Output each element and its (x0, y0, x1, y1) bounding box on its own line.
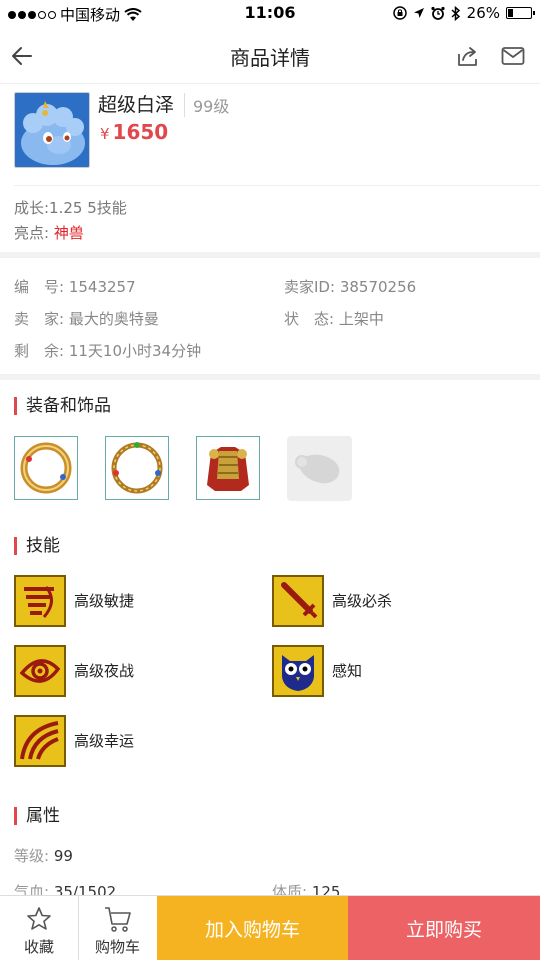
cart-label: 购物车 (94, 938, 140, 956)
add-to-cart-button[interactable]: 加入购物车 (157, 896, 348, 960)
nav-bar: 商品详情 (0, 28, 540, 84)
pet-level: 99级 (184, 93, 229, 117)
agility-icon (14, 575, 66, 627)
item-id-label: 编 号: (14, 278, 65, 296)
favorite-button[interactable]: 收藏 (0, 896, 78, 960)
equipment-title: 装备和饰品 (14, 397, 111, 415)
share-icon (458, 47, 477, 66)
star-icon (27, 907, 51, 930)
highlight-value: 神兽 (53, 224, 84, 242)
skill-label: 高级必杀 (332, 592, 393, 610)
remaining-value: 11天10小时34分钟 (68, 342, 202, 360)
necklace-gold-icon (111, 442, 163, 494)
alarm-icon (431, 6, 445, 20)
equipment-slot-4[interactable] (287, 436, 352, 501)
skills-title: 技能 (14, 537, 60, 555)
share-button[interactable] (454, 42, 482, 70)
bluetooth-icon (451, 5, 460, 21)
buy-now-button[interactable]: 立即购买 (348, 896, 540, 960)
skill-label: 高级幸运 (74, 732, 135, 750)
seller-value: 最大的奥特曼 (68, 310, 159, 328)
currency-symbol: ¥ (100, 125, 110, 143)
owl-icon (272, 645, 324, 697)
cart-button[interactable]: 购物车 (78, 896, 156, 960)
product-detail-page: 中国移动 11:06 26% 商品详情 超级白泽 99级 ¥ 1650 成长:1… (0, 0, 540, 960)
remaining-label: 剩 余: (14, 342, 65, 360)
pet-name: 超级白泽 (98, 94, 175, 116)
seller-id-label: 卖家ID: (284, 278, 336, 296)
skill-label: 感知 (332, 662, 363, 680)
item-id-value: 1543257 (68, 278, 136, 296)
state-row: 状 态: 上架中 (284, 308, 384, 329)
pet-portrait-icon (15, 93, 89, 167)
battery-percent: 26% (466, 4, 500, 22)
remaining-row: 剩 余: 11天10小时34分钟 (14, 340, 201, 361)
rotation-lock-icon (392, 6, 407, 20)
empty-slot-icon (295, 454, 340, 484)
mail-icon (501, 47, 525, 65)
seller-id-value: 38570256 (339, 278, 417, 296)
level-row: 等级: 99 (14, 845, 73, 866)
message-button[interactable] (499, 42, 527, 70)
item-id-row: 编 号: 1543257 (14, 276, 136, 297)
battery-icon (506, 7, 535, 19)
status-bar: 中国移动 11:06 26% (0, 0, 540, 28)
equipment-slot-2[interactable] (105, 436, 169, 500)
armor-icon (207, 447, 249, 491)
seller-row: 卖 家: 最大的奥特曼 (14, 308, 159, 329)
level-label: 等级: (14, 847, 50, 865)
status-right: 26% (392, 4, 535, 22)
skill-item[interactable]: 高级夜战 (14, 645, 214, 697)
bottom-action-bar: 收藏 购物车 加入购物车 立即购买 (0, 895, 540, 960)
equipment-slot-3[interactable] (196, 436, 260, 500)
seller-label: 卖 家: (14, 310, 65, 328)
location-icon (413, 8, 424, 18)
pet-avatar (14, 92, 90, 168)
skill-item[interactable]: 感知 (272, 645, 472, 697)
luck-icon (14, 715, 66, 767)
state-label: 状 态: (284, 310, 335, 328)
attributes-title: 属性 (14, 807, 60, 825)
eye-icon (14, 645, 66, 697)
skill-label: 高级敏捷 (74, 592, 135, 610)
growth-text: 成长:1.25 5技能 (14, 199, 127, 217)
equipment-slot-1[interactable] (14, 436, 78, 500)
ring-gold-icon (20, 442, 72, 494)
highlight-row: 亮点: 神兽 (14, 222, 84, 243)
price-value: 1650 (112, 120, 169, 144)
skill-label: 高级夜战 (74, 662, 135, 680)
sword-icon (272, 575, 324, 627)
price: ¥1650 (100, 120, 168, 144)
favorite-label: 收藏 (23, 938, 54, 956)
skill-item[interactable]: 高级幸运 (14, 715, 214, 767)
highlight-label: 亮点: (14, 224, 50, 242)
level-value: 99 (53, 847, 73, 865)
seller-id-row: 卖家ID: 38570256 (284, 276, 416, 297)
cart-icon (105, 907, 131, 932)
section-separator (0, 374, 540, 380)
skill-item[interactable]: 高级敏捷 (14, 575, 214, 627)
skill-item[interactable]: 高级必杀 (272, 575, 472, 627)
divider (14, 185, 540, 186)
section-separator (0, 252, 540, 258)
state-value: 上架中 (338, 310, 384, 328)
